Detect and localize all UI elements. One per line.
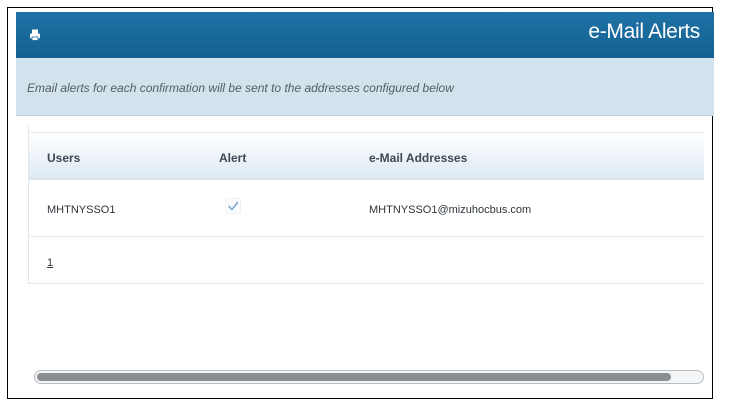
info-bar: Email alerts for each confirmation will …	[16, 58, 714, 116]
alert-checkbox[interactable]	[225, 198, 241, 214]
table-header: Users Alert e-Mail Addresses	[29, 132, 704, 180]
column-header-users[interactable]: Users	[47, 151, 80, 165]
page-header: e-Mail Alerts	[16, 12, 714, 58]
table-row: MHTNYSSO1 MHTNYSSO1@mizuhocbus.com	[29, 180, 704, 237]
alerts-table: Users Alert e-Mail Addresses MHTNYSSO1 M…	[28, 126, 704, 284]
check-icon	[228, 201, 239, 211]
info-text: Email alerts for each confirmation will …	[27, 81, 454, 95]
horizontal-scrollbar[interactable]	[34, 370, 704, 384]
column-header-email[interactable]: e-Mail Addresses	[369, 151, 467, 165]
scrollbar-thumb[interactable]	[37, 373, 671, 381]
pager: 1	[29, 237, 704, 284]
print-icon[interactable]	[30, 28, 40, 41]
page-link-1[interactable]: 1	[47, 257, 53, 269]
page-title: e-Mail Alerts	[588, 20, 700, 43]
column-header-alert[interactable]: Alert	[219, 151, 246, 165]
cell-user: MHTNYSSO1	[47, 204, 116, 216]
cell-email: MHTNYSSO1@mizuhocbus.com	[369, 204, 532, 216]
